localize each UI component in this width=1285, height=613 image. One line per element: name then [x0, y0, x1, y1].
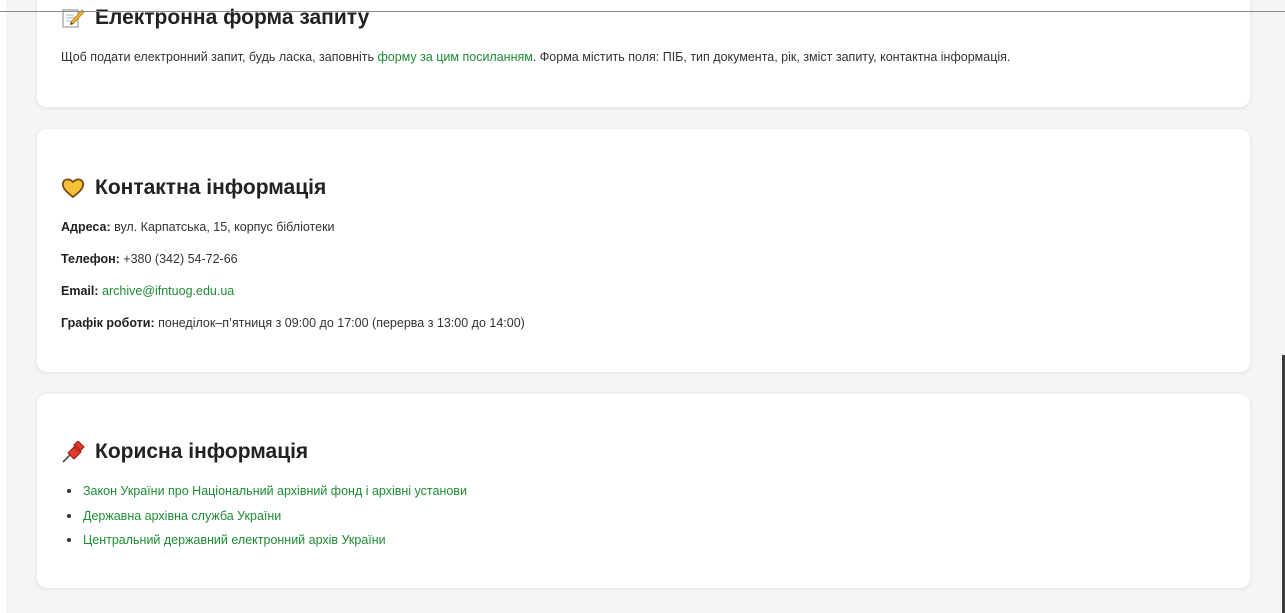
form-text-before: Щоб подати електронний запит, будь ласка… [61, 50, 378, 64]
list-item: Центральний державний електронний архів … [67, 532, 467, 557]
email-link[interactable]: archive@ifntuog.edu.ua [102, 284, 234, 298]
left-edge [0, 0, 6, 613]
contact-phone: Телефон: +380 (342) 54-72-66 [61, 251, 525, 283]
email-label: Email: [61, 284, 99, 298]
pushpin-icon [61, 440, 85, 463]
useful-links-list: Закон України про Національний архівний … [61, 483, 467, 557]
form-section-card: Електронна форма запиту Щоб подати елект… [37, 0, 1250, 107]
form-text-after: . Форма містить поля: ПІБ, тип документа… [532, 50, 1011, 64]
useful-link-archive-law[interactable]: Закон України про Національний архівний … [83, 484, 467, 498]
useful-link-archive-service[interactable]: Державна архівна служба України [83, 509, 281, 523]
contact-section-card: Контактна інформація Адреса: вул. Карпат… [37, 129, 1250, 372]
phone-value: +380 (342) 54-72-66 [119, 252, 238, 266]
form-section-description: Щоб подати електронний запит, будь ласка… [61, 50, 1010, 64]
phone-label: Телефон: [61, 252, 120, 266]
contact-list: Адреса: вул. Карпатська, 15, корпус бібл… [61, 219, 525, 347]
window-top-divider [0, 11, 1285, 12]
page-viewport: Електронна форма запиту Щоб подати елект… [0, 0, 1285, 613]
address-value: вул. Карпатська, 15, корпус бібліотеки [110, 220, 335, 234]
useful-section-card: Корисна інформація Закон України про Нац… [37, 394, 1250, 588]
form-section-title: Електронна форма запиту [95, 6, 370, 29]
address-label: Адреса: [61, 220, 111, 234]
useful-section-heading: Корисна інформація [61, 440, 308, 464]
form-section-heading: Електронна форма запиту [61, 6, 369, 30]
contact-email: Email: archive@ifntuog.edu.ua [61, 283, 525, 315]
useful-link-electronic-archive[interactable]: Центральний державний електронний архів … [83, 533, 386, 547]
hours-value: понеділок–п’ятниця з 09:00 до 17:00 (пер… [154, 316, 525, 330]
form-link[interactable]: форму за цим посиланням [377, 50, 532, 64]
contact-section-title: Контактна інформація [95, 176, 327, 199]
contact-address: Адреса: вул. Карпатська, 15, корпус бібл… [61, 219, 525, 251]
contact-hours: Графік роботи: понеділок–п’ятниця з 09:0… [61, 315, 525, 347]
list-item: Закон України про Національний архівний … [67, 483, 467, 508]
useful-section-title: Корисна інформація [95, 440, 309, 463]
list-item: Державна архівна служба України [67, 508, 467, 533]
yellow-heart-icon [61, 177, 85, 199]
contact-section-heading: Контактна інформація [61, 176, 326, 200]
hours-label: Графік роботи: [61, 316, 155, 330]
